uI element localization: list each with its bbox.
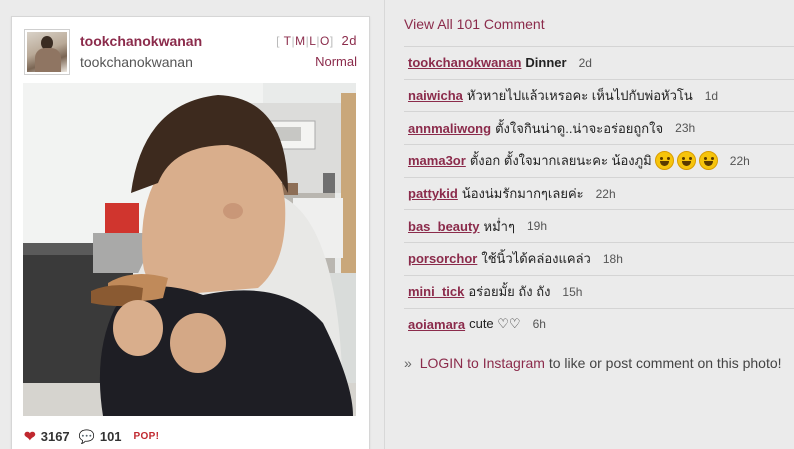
comment-username-link[interactable]: annmaliwong (408, 121, 491, 136)
comment-time: 22h (729, 153, 750, 168)
comments-count: 101 (99, 429, 122, 444)
size-links: [ T|M|L|O] 2d (276, 33, 357, 48)
comment-row: naiwicha หัวหายไปแล้วเหรอคะ เห็นไปกับพ่อห… (404, 78, 794, 112)
comment-time: 6h (532, 317, 546, 332)
comment-text: หัวหายไปแล้วเหรอคะ เห็นไปกับพ่อหัวโน (466, 88, 693, 104)
heart-icon[interactable]: ❤ (24, 428, 36, 445)
likes-count: 3167 (40, 429, 70, 444)
post-age: 2d (341, 33, 357, 48)
comment-username-link[interactable]: tookchanokwanan (408, 55, 521, 70)
login-prompt: » LOGIN to Instagram to like or post com… (404, 355, 782, 371)
filter-name: Normal (315, 54, 357, 69)
comment-row: mini_tick อร่อยมั้ย ถัง ถัง 15h (404, 274, 794, 308)
comment-row: porsorchor ใช้นิ้วได้คล่องแคล่ว 18h (404, 242, 794, 275)
comment-row: tookchanokwanan Dinner 2d (404, 46, 794, 79)
comment-username-link[interactable]: mini_tick (408, 284, 464, 299)
login-prompt-chevron: » (404, 355, 412, 371)
login-link[interactable]: LOGIN to Instagram (420, 355, 545, 371)
column-divider (384, 0, 385, 449)
comment-text: Dinner (525, 55, 567, 71)
comment-row: aoiamara cute ♡♡ 6h (404, 307, 794, 341)
post-photo[interactable] (23, 83, 356, 416)
comment-text: หม่ำๆ (483, 218, 515, 234)
avatar[interactable] (24, 29, 70, 75)
grinning-face-icon (698, 151, 718, 171)
grinning-face-icon (676, 151, 696, 171)
post-card: tookchanokwanan tookchanokwanan [ T|M|L|… (11, 16, 370, 449)
comment-time: 1d (704, 88, 719, 103)
post-username-link[interactable]: tookchanokwanan (80, 33, 202, 49)
comment-text: ตั้งอก ตั้งใจมากเลยนะคะ น้องภูมิ (469, 153, 652, 169)
comment-username-link[interactable]: aoiamara (408, 317, 465, 332)
comment-text: น้องน่มรักมากๆเลยค่ะ (461, 186, 584, 202)
comment-row: mama3or ตั้งอก ตั้งใจมากเลยนะคะ น้องภูมิ 2… (404, 144, 794, 177)
comment-username-link[interactable]: mama3or (408, 153, 466, 168)
comment-text: ตั้งใจกินน่าดู..น่าจะอร่อยถูกใจ (495, 120, 664, 136)
comment-username-link[interactable]: porsorchor (408, 251, 477, 266)
post-fullname: tookchanokwanan (80, 54, 193, 70)
comment-time: 2d (578, 55, 592, 70)
post-stats: ❤ 3167 💬 101 POP! (24, 428, 159, 445)
grinning-face-icon (654, 151, 674, 171)
pop-badge[interactable]: POP! (134, 431, 160, 442)
comment-text: cute ♡♡ (469, 316, 521, 332)
photo-illustration (23, 83, 356, 416)
size-link-o[interactable]: O (320, 34, 330, 48)
comment-username-link[interactable]: bas_beauty (408, 219, 480, 234)
comment-time: 15h (562, 284, 583, 299)
comment-text: ใช้นิ้วได้คล่องแคล่ว (481, 251, 591, 267)
comment-row: pattykid น้องน่มรักมากๆเลยค่ะ 22h (404, 176, 794, 210)
avatar-image (27, 32, 67, 72)
comment-row: annmaliwong ตั้งใจกินน่าดู..น่าจะอร่อยถูก… (404, 111, 794, 144)
view-all-comments-link[interactable]: View All 101 Comment (404, 16, 545, 32)
comment-username-link[interactable]: pattykid (408, 186, 458, 201)
size-link-m[interactable]: M (295, 34, 306, 48)
comment-text: อร่อยมั้ย ถัง ถัง (468, 284, 551, 300)
speech-bubble-icon[interactable]: 💬 (79, 429, 95, 445)
comment-username-link[interactable]: naiwicha (408, 88, 463, 103)
comment-time: 23h (675, 121, 696, 136)
comment-time: 19h (526, 219, 547, 234)
comment-time: 22h (595, 186, 616, 201)
login-prompt-suffix: to like or post comment on this photo! (548, 355, 782, 371)
comment-row: bas_beauty หม่ำๆ 19h (404, 209, 794, 242)
comment-list: tookchanokwanan Dinner 2d naiwicha หัวหายไปแ… (404, 46, 794, 340)
comment-time: 18h (602, 251, 623, 266)
